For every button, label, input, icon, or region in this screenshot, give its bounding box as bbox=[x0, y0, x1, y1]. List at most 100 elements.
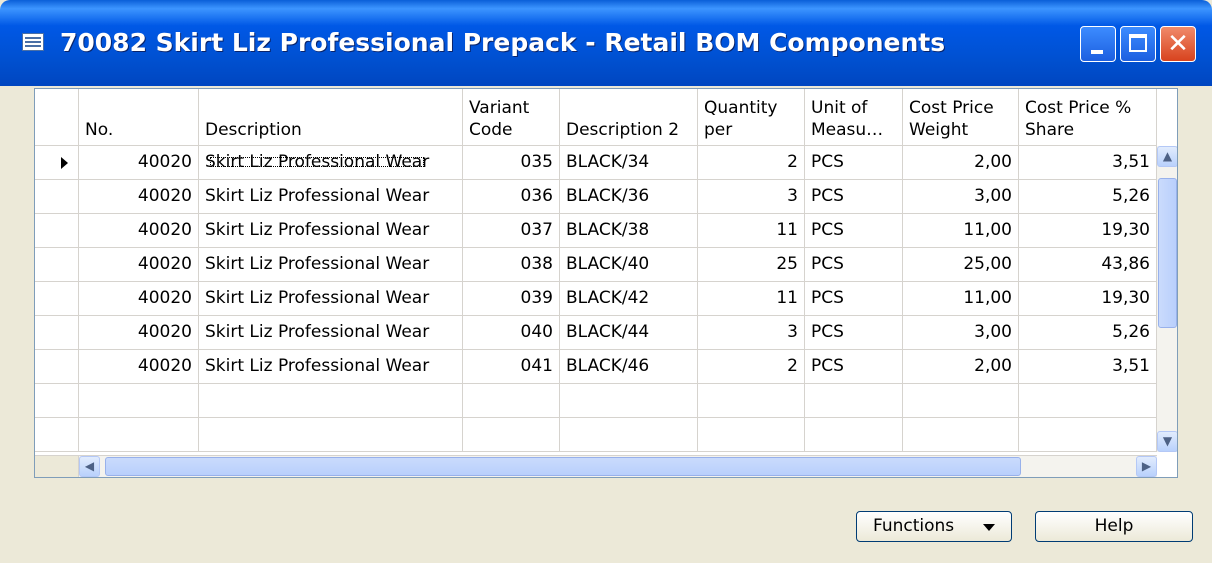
cell-variant-code[interactable]: 039 bbox=[463, 282, 560, 316]
column-header-cost-weight[interactable]: Cost Price Weight bbox=[903, 89, 1019, 146]
cell-description2[interactable] bbox=[560, 384, 698, 418]
cell-quantity-per[interactable]: 25 bbox=[698, 248, 805, 282]
horizontal-scrollbar[interactable]: ◀ ▶ bbox=[79, 455, 1157, 477]
cell-variant-code[interactable]: 036 bbox=[463, 180, 560, 214]
cell-quantity-per[interactable] bbox=[698, 384, 805, 418]
table-row[interactable]: 40020 Skirt Liz Professional Wear 037 BLACK… bbox=[35, 214, 1157, 248]
cell-quantity-per[interactable]: 11 bbox=[698, 282, 805, 316]
scroll-left-button[interactable]: ◀ bbox=[79, 456, 100, 477]
cell-cost-share[interactable]: 43,86 bbox=[1019, 248, 1157, 282]
cell-quantity-per[interactable]: 3 bbox=[698, 316, 805, 350]
cell-unit[interactable]: PCS bbox=[805, 350, 903, 384]
scroll-down-button[interactable]: ▼ bbox=[1157, 431, 1177, 452]
cell-unit[interactable] bbox=[805, 418, 903, 452]
cell-variant-code[interactable]: 040 bbox=[463, 316, 560, 350]
column-header-description[interactable]: Description bbox=[199, 89, 463, 146]
cell-description[interactable]: Skirt Liz Professional Wear bbox=[199, 350, 463, 384]
table-row[interactable] bbox=[35, 384, 1157, 418]
cell-no[interactable]: 40020 bbox=[79, 316, 199, 350]
table-row[interactable] bbox=[35, 418, 1157, 452]
cell-description[interactable]: Skirt Liz Professional Wear bbox=[199, 214, 463, 248]
cell-unit[interactable]: PCS bbox=[805, 180, 903, 214]
table-row[interactable]: 40020 Skirt Liz Professional Wear 036 BLACK… bbox=[35, 180, 1157, 214]
cell-cost-share[interactable]: 19,30 bbox=[1019, 214, 1157, 248]
cell-quantity-per[interactable]: 11 bbox=[698, 214, 805, 248]
cell-variant-code[interactable]: 037 bbox=[463, 214, 560, 248]
cell-no[interactable]: 40020 bbox=[79, 214, 199, 248]
cell-variant-code[interactable]: 038 bbox=[463, 248, 560, 282]
cell-cost-weight[interactable]: 2,00 bbox=[903, 146, 1019, 180]
minimize-button[interactable] bbox=[1080, 26, 1116, 62]
column-header-description2[interactable]: Description 2 bbox=[560, 89, 698, 146]
column-header-quantity-per[interactable]: Quantity per bbox=[698, 89, 805, 146]
vertical-scrollbar[interactable]: ▲ ▼ bbox=[1156, 146, 1177, 452]
cell-unit[interactable]: PCS bbox=[805, 248, 903, 282]
cell-description2[interactable]: BLACK/36 bbox=[560, 180, 698, 214]
cell-description[interactable]: Skirt Liz Professional Wear bbox=[199, 146, 463, 180]
functions-button[interactable]: Functions bbox=[856, 511, 1012, 542]
row-selector[interactable] bbox=[35, 316, 79, 350]
cell-no[interactable]: 40020 bbox=[79, 350, 199, 384]
cell-cost-weight[interactable]: 11,00 bbox=[903, 282, 1019, 316]
cell-description2[interactable] bbox=[560, 418, 698, 452]
cell-description[interactable] bbox=[199, 418, 463, 452]
cell-no[interactable] bbox=[79, 418, 199, 452]
maximize-button[interactable] bbox=[1120, 26, 1156, 62]
cell-cost-weight[interactable]: 25,00 bbox=[903, 248, 1019, 282]
cell-description2[interactable]: BLACK/44 bbox=[560, 316, 698, 350]
cell-variant-code[interactable] bbox=[463, 384, 560, 418]
cell-unit[interactable]: PCS bbox=[805, 214, 903, 248]
cell-unit[interactable]: PCS bbox=[805, 316, 903, 350]
cell-quantity-per[interactable] bbox=[698, 418, 805, 452]
bom-components-grid[interactable]: No. Description Variant Code Description 2Q… bbox=[34, 88, 1178, 478]
cell-description[interactable]: Skirt Liz Professional Wear bbox=[199, 180, 463, 214]
row-selector[interactable] bbox=[35, 146, 79, 180]
scroll-up-button[interactable]: ▲ bbox=[1157, 146, 1177, 167]
cell-cost-weight[interactable]: 3,00 bbox=[903, 316, 1019, 350]
column-header-cost-share[interactable]: Cost Price % Share bbox=[1019, 89, 1157, 146]
cell-cost-weight[interactable]: 3,00 bbox=[903, 180, 1019, 214]
cell-unit[interactable]: PCS bbox=[805, 282, 903, 316]
column-header-variant-code[interactable]: Variant Code bbox=[463, 89, 560, 146]
table-row[interactable]: 40020 Skirt Liz Professional Wear 038 BLACK… bbox=[35, 248, 1157, 282]
scroll-right-button[interactable]: ▶ bbox=[1136, 456, 1157, 477]
cell-description2[interactable]: BLACK/46 bbox=[560, 350, 698, 384]
cell-description[interactable] bbox=[199, 384, 463, 418]
table-row[interactable]: 40020 Skirt Liz Professional Wear 041 BLACK… bbox=[35, 350, 1157, 384]
cell-cost-share[interactable]: 3,51 bbox=[1019, 146, 1157, 180]
horizontal-scroll-thumb[interactable] bbox=[105, 457, 1021, 476]
cell-quantity-per[interactable]: 2 bbox=[698, 350, 805, 384]
cell-cost-share[interactable] bbox=[1019, 418, 1157, 452]
table-row[interactable]: 40020 Skirt Liz Professional Wear 035 BLACK… bbox=[35, 146, 1157, 180]
cell-description2[interactable]: BLACK/38 bbox=[560, 214, 698, 248]
cell-no[interactable]: 40020 bbox=[79, 248, 199, 282]
cell-description2[interactable]: BLACK/40 bbox=[560, 248, 698, 282]
table-row[interactable]: 40020 Skirt Liz Professional Wear 040 BLACK… bbox=[35, 316, 1157, 350]
cell-cost-weight[interactable]: 2,00 bbox=[903, 350, 1019, 384]
cell-no[interactable] bbox=[79, 384, 199, 418]
column-header-unit[interactable]: Unit of Measu… bbox=[805, 89, 903, 146]
cell-cost-share[interactable]: 3,51 bbox=[1019, 350, 1157, 384]
close-button[interactable]: ✕ bbox=[1160, 26, 1196, 62]
cell-description2[interactable]: BLACK/34 bbox=[560, 146, 698, 180]
cell-variant-code[interactable]: 041 bbox=[463, 350, 560, 384]
cell-cost-weight[interactable] bbox=[903, 418, 1019, 452]
cell-quantity-per[interactable]: 2 bbox=[698, 146, 805, 180]
row-selector[interactable] bbox=[35, 180, 79, 214]
cell-no[interactable]: 40020 bbox=[79, 180, 199, 214]
table-row[interactable]: 40020 Skirt Liz Professional Wear 039 BLACK… bbox=[35, 282, 1157, 316]
cell-quantity-per[interactable]: 3 bbox=[698, 180, 805, 214]
cell-description[interactable]: Skirt Liz Professional Wear bbox=[199, 248, 463, 282]
cell-cost-share[interactable] bbox=[1019, 384, 1157, 418]
row-selector[interactable] bbox=[35, 282, 79, 316]
cell-description[interactable]: Skirt Liz Professional Wear bbox=[199, 316, 463, 350]
cell-unit[interactable] bbox=[805, 384, 903, 418]
cell-variant-code[interactable] bbox=[463, 418, 560, 452]
cell-variant-code[interactable]: 035 bbox=[463, 146, 560, 180]
row-selector[interactable] bbox=[35, 384, 79, 418]
column-header-no[interactable]: No. bbox=[79, 89, 199, 146]
cell-no[interactable]: 40020 bbox=[79, 282, 199, 316]
cell-cost-weight[interactable]: 11,00 bbox=[903, 214, 1019, 248]
row-selector[interactable] bbox=[35, 248, 79, 282]
help-button[interactable]: Help bbox=[1035, 511, 1193, 542]
